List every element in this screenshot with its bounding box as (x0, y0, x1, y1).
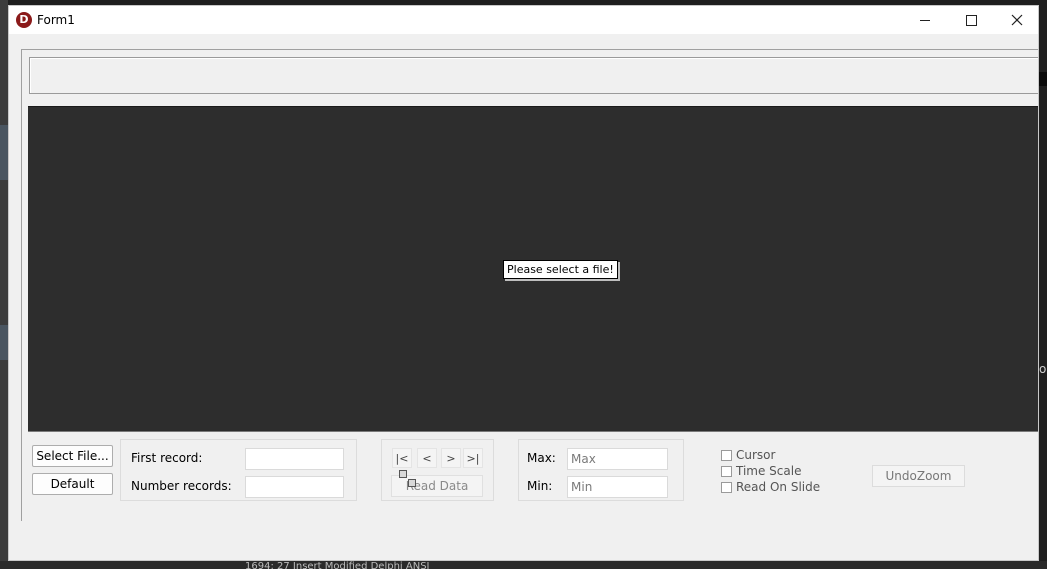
marker-icon (408, 479, 416, 487)
chart-area[interactable]: Please select a file! (28, 106, 1038, 431)
checkbox-box[interactable] (721, 481, 732, 493)
close-button[interactable] (994, 6, 1038, 34)
cursor-checkbox[interactable]: Cursor (721, 447, 775, 463)
window-title: Form1 (37, 13, 75, 27)
minimize-button[interactable] (902, 6, 948, 34)
title-bar[interactable]: D Form1 (9, 6, 1038, 34)
form-window: D Form1 Please select a file! Select Fil… (8, 5, 1039, 561)
read-on-slide-checkbox-label: Read On Slide (736, 480, 821, 494)
read-on-slide-checkbox[interactable]: Read On Slide (721, 479, 820, 495)
last-page-button[interactable]: >| (463, 448, 483, 468)
navigation-group: |< < > >| Read Data (381, 439, 494, 501)
first-record-label: First record: (131, 451, 203, 465)
background-ide-left (0, 0, 8, 569)
min-input[interactable]: Min (567, 476, 668, 498)
minimize-icon (919, 19, 930, 21)
background-ide-right: or (1039, 0, 1047, 569)
range-group: Max: Max Min: Min (518, 439, 684, 501)
max-label: Max: (527, 451, 556, 465)
records-group: First record: Number records: (120, 439, 357, 501)
toolbar-panel (29, 57, 1038, 94)
default-button[interactable]: Default (32, 473, 113, 495)
time-scale-checkbox-label: Time Scale (736, 464, 802, 478)
control-panel: Select File... Default First record: Num… (28, 431, 1038, 518)
select-file-button[interactable]: Select File... (32, 445, 113, 467)
delphi-app-icon: D (16, 12, 32, 28)
close-icon (1011, 14, 1023, 26)
checkbox-box[interactable] (721, 465, 732, 477)
time-scale-checkbox[interactable]: Time Scale (721, 463, 801, 479)
prev-page-button[interactable]: < (417, 448, 437, 468)
background-block (0, 325, 8, 360)
background-edge-text: or (1039, 362, 1047, 376)
min-label: Min: (527, 479, 553, 493)
marker-icon (399, 470, 407, 478)
maximize-button[interactable] (948, 6, 994, 34)
select-file-hint: Please select a file! (503, 260, 618, 279)
background-status-bar: 1694: 27 Insert Modified Delphi ANSI (0, 561, 1047, 569)
cursor-checkbox-label: Cursor (736, 448, 776, 462)
read-data-button[interactable]: Read Data (391, 475, 483, 497)
number-records-label: Number records: (131, 479, 232, 493)
max-input[interactable]: Max (567, 448, 668, 470)
background-block (0, 125, 8, 180)
client-area: Please select a file! Select File... Def… (21, 49, 1038, 521)
first-page-button[interactable]: |< (392, 448, 412, 468)
number-records-input[interactable] (245, 476, 344, 498)
maximize-icon (965, 14, 977, 26)
checkbox-box[interactable] (721, 449, 732, 461)
first-record-input[interactable] (245, 448, 344, 470)
undo-zoom-button[interactable]: UndoZoom (872, 465, 965, 487)
background-strip (1039, 72, 1047, 86)
next-page-button[interactable]: > (441, 448, 461, 468)
background-status-text: 1694: 27 Insert Modified Delphi ANSI (245, 561, 430, 569)
